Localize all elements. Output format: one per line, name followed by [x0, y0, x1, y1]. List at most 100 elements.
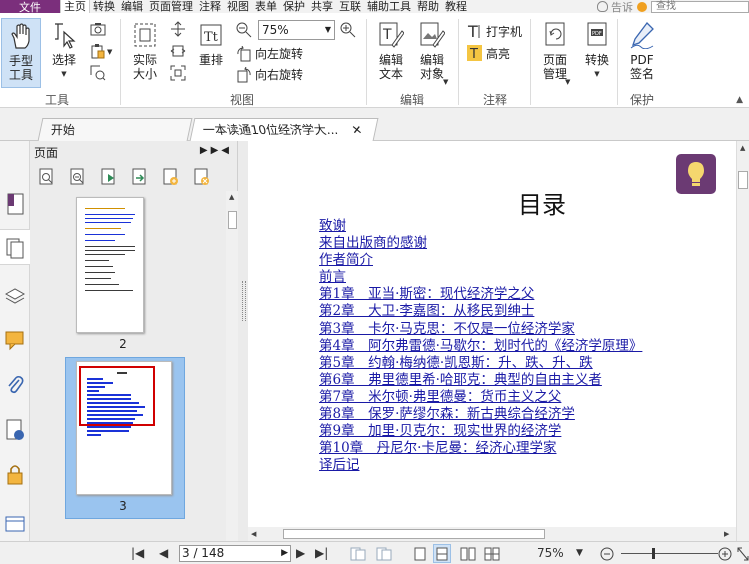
fit-width-icon[interactable]	[170, 43, 186, 59]
toc-link[interactable]: 第5章 约翰·梅纳德·凯恩斯：升、跌、升、跌	[319, 355, 642, 372]
menu-connect[interactable]: 互联	[336, 0, 364, 13]
expand-icon[interactable]: ▶▶	[200, 145, 221, 156]
tell-me-label[interactable]: 告诉	[611, 0, 633, 14]
document-horizontal-scrollbar[interactable]: ◀ ▶	[248, 527, 736, 541]
extract-page-icon[interactable]	[131, 168, 149, 186]
thumbnail-page-3[interactable]	[76, 361, 172, 495]
first-page-icon[interactable]: |◀	[131, 546, 144, 560]
last-page-icon[interactable]: ▶|	[315, 546, 328, 560]
toc-link[interactable]: 第2章 大卫·李嘉图：从移民到绅士	[319, 303, 642, 320]
snapshot-icon[interactable]	[90, 22, 106, 36]
panel-splitter[interactable]	[238, 141, 248, 541]
menu-help[interactable]: 帮助	[414, 0, 442, 13]
fit-visible-icon[interactable]	[170, 65, 186, 81]
file-menu-button[interactable]: 文件	[0, 0, 60, 13]
fullscreen-icon[interactable]	[737, 547, 749, 561]
zoom-dropdown-icon[interactable]: ▼	[576, 548, 583, 558]
menu-comment[interactable]: 注释	[196, 0, 224, 13]
scrollbar-thumb[interactable]	[228, 211, 237, 229]
pdf-sign-button[interactable]: PDF 签名	[622, 21, 662, 81]
toc-link[interactable]: 第8章 保罗·萨缪尔森：新古典综合经济学	[319, 406, 642, 423]
fit-page-icon[interactable]	[170, 21, 186, 37]
reflow-button[interactable]: Tt 重排	[194, 21, 228, 67]
menu-protect[interactable]: 保护	[280, 0, 308, 13]
menu-view[interactable]: 视图	[224, 0, 252, 13]
edit-object-dropdown-icon[interactable]: ▼	[443, 78, 448, 86]
delete-page-icon[interactable]	[193, 168, 211, 186]
zoom-marquee-icon[interactable]	[90, 65, 106, 81]
facing-page-icon[interactable]	[460, 547, 476, 561]
clipboard-dropdown-icon[interactable]: ▼	[107, 48, 112, 56]
zoom-in-icon[interactable]	[718, 547, 732, 561]
menu-accessibility[interactable]: 辅助工具	[364, 0, 414, 13]
zoom-in-icon[interactable]	[340, 22, 356, 38]
actual-size-button[interactable]: 实际 大小	[126, 21, 164, 81]
comments-icon[interactable]	[5, 329, 25, 351]
zoom-out-icon[interactable]	[600, 547, 614, 561]
menu-form[interactable]: 表单	[252, 0, 280, 13]
lock-icon[interactable]	[5, 463, 25, 485]
toc-link[interactable]: 来自出版商的感谢	[319, 235, 642, 252]
rotate-left-button[interactable]: 向左旋转	[236, 45, 303, 62]
toc-link[interactable]: 第3章 卡尔·马克思：不仅是一位经济学家	[319, 321, 642, 338]
zoom-slider-track[interactable]	[621, 553, 718, 554]
content-panel-icon[interactable]	[5, 513, 25, 535]
toc-link[interactable]: 作者简介	[319, 252, 642, 269]
thumbnail-page-2[interactable]	[76, 197, 144, 333]
search-input[interactable]: 查找	[651, 0, 749, 13]
pages-panel-tab[interactable]	[0, 229, 30, 265]
edit-object-button[interactable]: 编辑 对象	[412, 21, 452, 81]
edit-text-button[interactable]: T 编辑 文本	[372, 21, 410, 81]
toc-link[interactable]: 第7章 米尔顿·弗里德曼：货币主义之父	[319, 389, 642, 406]
account-icon[interactable]	[637, 1, 647, 12]
next-page-icon[interactable]: ▶	[296, 546, 305, 560]
tell-me-bulb-icon[interactable]	[597, 1, 608, 12]
scrollbar-thumb[interactable]	[738, 171, 748, 189]
select-button[interactable]: 选择 ▼	[46, 21, 82, 81]
tab-document[interactable]: 一本读通10位经济学大... ✕	[189, 118, 379, 141]
continuous-page-button[interactable]	[433, 544, 451, 563]
previous-view-icon[interactable]	[350, 547, 366, 561]
visible-area-indicator[interactable]	[79, 366, 155, 426]
highlight-button[interactable]: T 高亮	[467, 44, 510, 62]
collapse-panel-icon[interactable]: ◀	[221, 145, 232, 156]
toc-link[interactable]: 第1章 亚当·斯密：现代经济学之父	[319, 286, 642, 303]
close-icon[interactable]: ✕	[349, 119, 364, 141]
single-page-icon[interactable]	[414, 547, 426, 561]
convert-button[interactable]: PDF 转换 ▼	[580, 21, 614, 81]
rotate-right-button[interactable]: 向右旋转	[236, 66, 303, 83]
insert-page-icon[interactable]	[100, 168, 118, 186]
toc-link[interactable]: 第10章 丹尼尔·卡尼曼：经济心理学家	[319, 440, 642, 457]
continuous-facing-icon[interactable]	[484, 547, 500, 561]
add-page-icon[interactable]	[162, 168, 180, 186]
previous-page-icon[interactable]: ◀	[159, 546, 168, 560]
toc-link[interactable]: 第9章 加里·贝克尔：现实世界的经济学	[319, 423, 642, 440]
page-manage-dropdown-icon[interactable]: ▼	[565, 78, 570, 86]
clipboard-icon[interactable]	[90, 43, 106, 59]
toc-link[interactable]: 第4章 阿尔弗雷德·马歇尔：划时代的《经济学原理》	[319, 338, 642, 355]
toc-link[interactable]: 译后记	[319, 457, 642, 474]
menu-home[interactable]: 主页	[60, 0, 90, 13]
bookmarks-icon[interactable]	[5, 193, 25, 215]
convert-dropdown-icon[interactable]: ▼	[594, 67, 599, 81]
zoom-out-icon[interactable]	[236, 22, 252, 38]
toc-link[interactable]: 前言	[319, 269, 642, 286]
page-number-input[interactable]: 3 / 148 ▶	[179, 545, 291, 562]
zoom-percentage[interactable]: 75%	[537, 546, 564, 560]
document-vertical-scrollbar[interactable]: ▲	[736, 141, 749, 541]
hand-tool-button[interactable]: 手型 工具	[1, 18, 41, 88]
menu-convert[interactable]: 转换	[90, 0, 118, 13]
page-manage-button[interactable]: 页面 管理	[535, 21, 575, 81]
zoom-level-select[interactable]: 75% ▼	[258, 20, 335, 40]
scroll-left-icon[interactable]: ◀	[251, 530, 256, 538]
menu-share[interactable]: 共享	[308, 0, 336, 13]
signature-panel-icon[interactable]	[5, 419, 25, 441]
tab-start[interactable]: 开始	[37, 118, 193, 141]
menu-page-manage[interactable]: 页面管理	[146, 0, 196, 13]
scroll-up-icon[interactable]: ▲	[229, 193, 234, 201]
menu-tutorial[interactable]: 教程	[442, 0, 470, 13]
scrollbar-thumb[interactable]	[283, 529, 545, 539]
zoom-thumbnail-out-icon[interactable]	[69, 168, 87, 186]
select-dropdown-icon[interactable]: ▼	[61, 67, 66, 81]
toc-link[interactable]: 致谢	[319, 218, 642, 235]
